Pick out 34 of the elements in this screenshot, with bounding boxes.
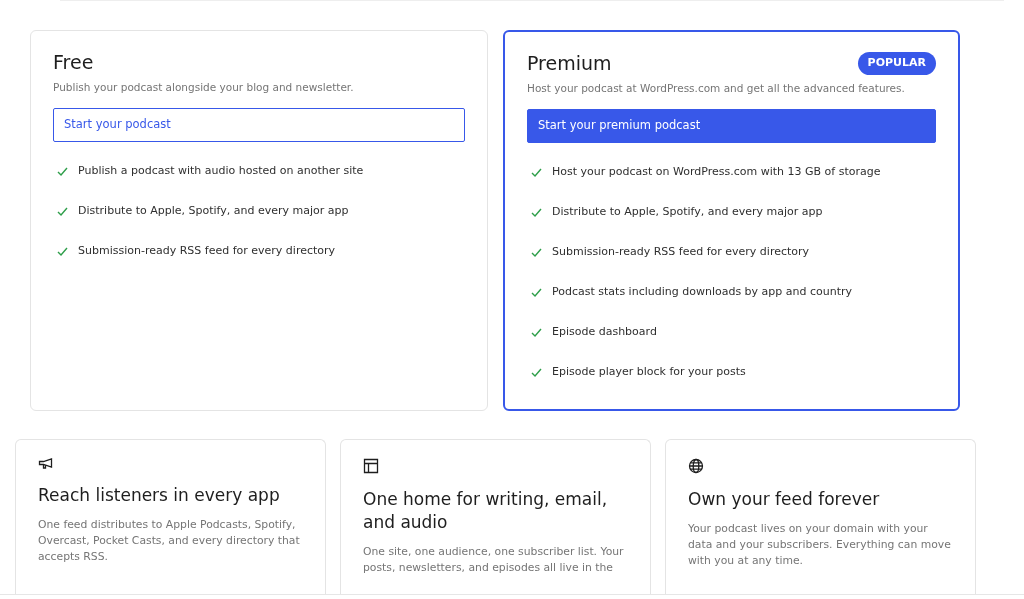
feature-text: Distribute to Apple, Spotify, and every major app [552,204,823,221]
check-icon [57,207,68,217]
feature-text: Podcast stats including downloads by app and country [552,284,853,301]
plan-description: Publish your podcast alongside your blog and newsletter. [53,79,355,95]
megaphone-icon [38,458,54,470]
check-icon [531,328,542,338]
check-icon [531,168,542,178]
popular-badge: POPULAR [857,52,936,75]
feature-description: Your podcast lives on your domain with your data and your subscribers. Everything can move with you at any time. [688,520,952,570]
check-icon [531,288,542,298]
feature-text: Distribute to Apple, Spotify, and every major app [78,203,349,220]
plan-description: Host your podcast at WordPress.com and get all the advanced features. [527,80,906,96]
feature-description: One site, one audience, one subscriber list. Your posts, newsletters, and episodes all live in the [363,543,625,577]
feature-text: Episode player block for your posts [552,364,746,381]
feature-text: Episode dashboard [552,324,657,341]
feature-text: Submission-ready RSS feed for every directory [78,243,336,260]
plan-title: Premium [527,52,612,75]
check-icon [531,368,542,378]
feature-title: One home for writing, email, and audio [363,488,609,534]
start-button[interactable]: Start your podcast [53,107,465,142]
feature-text: Submission-ready RSS feed for every directory [552,244,810,261]
feature-title: Own your feed forever [688,488,881,511]
plan-title: Free [53,51,94,74]
check-icon [531,248,542,258]
check-icon [531,208,542,218]
feature-description: One feed distributes to Apple Podcasts, Spotify, Overcast, Pocket Casts, and every directory that accepts RSS. [38,516,301,566]
feature-text: Publish a podcast with audio hosted on another site [78,163,364,180]
layout-icon [363,458,379,474]
start-button[interactable]: Start your premium podcast [527,108,936,143]
check-icon [57,167,68,177]
feature-title: Reach listeners in every app [38,484,281,507]
globe-icon [688,458,704,474]
check-icon [57,247,68,257]
feature-text: Host your podcast on WordPress.com with 13 GB of storage [552,164,881,181]
